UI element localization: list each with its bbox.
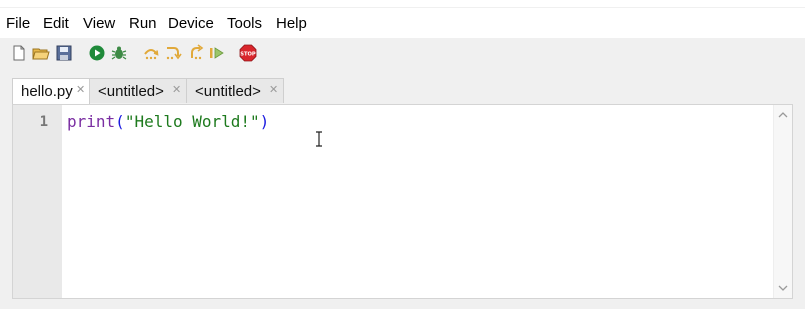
new-file-button[interactable]: [10, 44, 28, 62]
step-over-button[interactable]: [142, 44, 160, 62]
stop-button[interactable]: STOP: [239, 44, 257, 62]
tab-untitled-2[interactable]: <untitled> ✕: [186, 78, 284, 103]
step-over-icon: [144, 49, 159, 60]
debug-button[interactable]: [110, 44, 128, 62]
tab-label: hello.py: [21, 83, 73, 100]
text-cursor-icon: [316, 131, 322, 147]
step-out-icon: [191, 44, 204, 60]
save-icon: [56, 45, 72, 61]
scroll-up-icon[interactable]: [777, 109, 789, 121]
code-token-paren-open: (: [115, 112, 125, 131]
menu-run[interactable]: Run: [129, 15, 157, 32]
code-editor[interactable]: 1 print("Hello World!"): [12, 104, 793, 299]
window-title-bar-fragment: [0, 0, 805, 7]
resume-button[interactable]: [208, 44, 226, 62]
save-button[interactable]: [55, 44, 73, 62]
open-folder-icon: [32, 48, 50, 60]
line-number-gutter: 1: [13, 105, 62, 298]
run-button[interactable]: [88, 44, 106, 62]
close-icon[interactable]: ✕: [76, 83, 85, 96]
menu-edit[interactable]: Edit: [43, 15, 69, 32]
code-token-function: print: [67, 112, 116, 131]
new-file-icon: [13, 45, 25, 61]
tab-hello-py[interactable]: hello.py ✕: [12, 78, 90, 104]
menu-bar: File Edit View Run Device Tools Help: [0, 8, 805, 38]
menu-help[interactable]: Help: [276, 15, 307, 32]
stop-icon: STOP: [239, 44, 257, 62]
open-button[interactable]: [32, 44, 50, 62]
stop-icon-label: STOP: [240, 51, 256, 57]
toolbar: STOP: [0, 38, 805, 70]
vertical-scrollbar[interactable]: [773, 105, 792, 298]
editor-tab-bar: hello.py ✕ <untitled> ✕ <untitled> ✕: [0, 70, 805, 104]
menu-file[interactable]: File: [6, 15, 30, 32]
tab-label: <untitled>: [195, 83, 261, 100]
step-out-button[interactable]: [187, 44, 205, 62]
scroll-down-icon[interactable]: [777, 282, 789, 294]
line-number: 1: [39, 114, 48, 130]
menu-tools[interactable]: Tools: [227, 15, 262, 32]
step-into-icon: [166, 47, 182, 60]
tab-untitled-1[interactable]: <untitled> ✕: [89, 78, 187, 103]
code-token-string: "Hello World!": [124, 112, 260, 131]
tab-label: <untitled>: [98, 83, 164, 100]
menu-device[interactable]: Device: [168, 15, 214, 32]
debug-bug-icon: [111, 46, 127, 60]
code-line[interactable]: print("Hello World!"): [67, 112, 269, 131]
menu-view[interactable]: View: [83, 15, 115, 32]
step-into-button[interactable]: [164, 44, 182, 62]
resume-icon: [210, 47, 224, 59]
close-icon[interactable]: ✕: [269, 83, 278, 96]
code-token-paren-close: ): [259, 112, 270, 131]
close-icon[interactable]: ✕: [172, 83, 181, 96]
run-icon: [89, 45, 105, 61]
